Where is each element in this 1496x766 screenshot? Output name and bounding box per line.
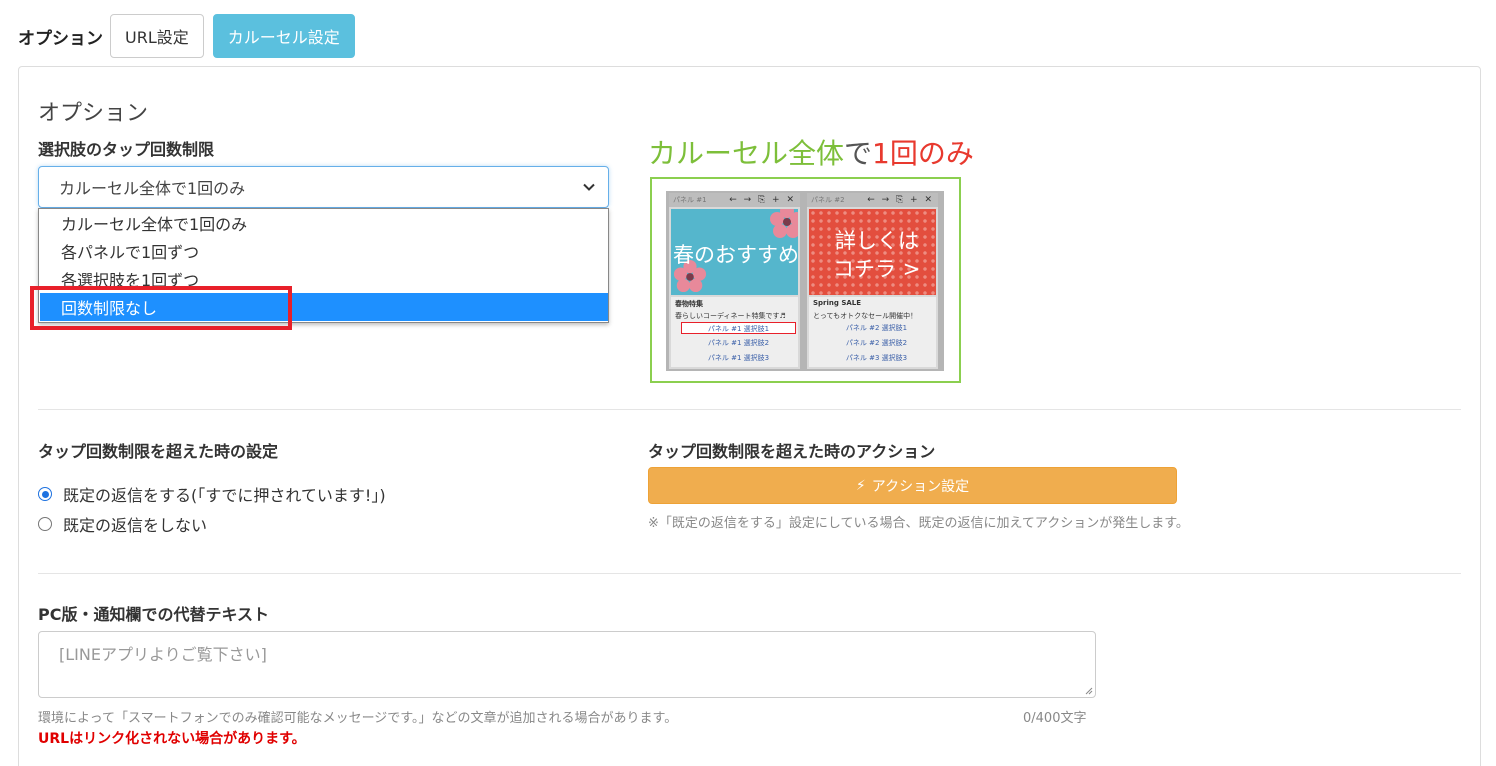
tap-limit-select-value: カルーセル全体で1回のみ xyxy=(59,179,246,198)
radio-no-reply-label: 既定の返信をしない xyxy=(63,516,208,535)
divider xyxy=(38,573,1461,574)
card-option: パネル #2 選択肢1 xyxy=(845,324,908,332)
url-settings-tab[interactable]: URL設定 xyxy=(110,14,204,58)
radio-button-checked[interactable] xyxy=(38,487,52,501)
card-image-text: 詳しくは xyxy=(835,229,919,253)
radio-default-reply-label: 既定の返信をする(「すでに押されています!」) xyxy=(63,486,386,505)
chevron-down-icon xyxy=(583,183,595,191)
bolt-icon: ⚡ xyxy=(855,477,866,494)
dropdown-option-per-panel[interactable]: 各パネルで1回ずつ xyxy=(40,237,608,265)
card-desc: 春らしいコーディネート特集です♬ xyxy=(675,312,786,320)
url-warning: URLはリンク化されない場合があります。 xyxy=(38,731,306,747)
carousel-settings-tab[interactable]: カルーセル設定 xyxy=(212,14,355,58)
card-desc: とってもオトクなセール開催中！ xyxy=(813,312,918,320)
card-info: Spring SALE とってもオトクなセール開催中！ パネル #2 選択肢1 … xyxy=(809,297,936,367)
dropdown-option-carousel-once[interactable]: カルーセル全体で1回のみ xyxy=(40,209,608,237)
tabs-label: オプション xyxy=(18,28,103,49)
section-title: オプション xyxy=(38,101,149,126)
card-header-label: パネル #1 xyxy=(673,196,707,204)
card-option: パネル #3 選択肢3 xyxy=(845,354,908,362)
card-image: 春のおすすめ xyxy=(671,209,798,295)
card-option: パネル #1 選択肢1 xyxy=(681,322,796,334)
tap-limit-label: 選択肢のタップ回数制限 xyxy=(38,140,215,159)
alt-text-help: 環境によって「スマートフォンでのみ確認可能なメッセージです。」などの文章が追加さ… xyxy=(38,711,678,726)
preview-card-2: パネル #2 ← → ⎘ + ✕ 詳しくは コチラ > Spring SALE … xyxy=(807,193,938,369)
card-image-text: 春のおすすめ xyxy=(673,243,798,267)
radio-default-reply[interactable]: 既定の返信をする(「すでに押されています!」) xyxy=(38,482,386,506)
card-option: パネル #2 選択肢2 xyxy=(845,339,908,347)
alt-text-textarea[interactable]: [LINEアプリよりご覧下さい] xyxy=(38,631,1096,698)
radio-no-reply[interactable]: 既定の返信をしない xyxy=(38,512,207,536)
alt-text-counter: 0/400文字 xyxy=(1023,711,1087,726)
preview-title-part2: で xyxy=(844,137,873,170)
card-image: 詳しくは コチラ > xyxy=(809,209,936,295)
alt-text-placeholder: [LINEアプリよりご覧下さい] xyxy=(59,645,267,664)
over-limit-setting-label: タップ回数制限を超えた時の設定 xyxy=(38,442,279,461)
card-option: パネル #1 選択肢3 xyxy=(707,354,770,362)
divider xyxy=(38,409,1461,410)
radio-button-unchecked[interactable] xyxy=(38,517,52,531)
card-title: Spring SALE xyxy=(813,299,862,307)
tap-limit-select[interactable]: カルーセル全体で1回のみ xyxy=(38,166,609,208)
card-tools-icons: ← → ⎘ + ✕ xyxy=(867,195,934,205)
card-header-label: パネル #2 xyxy=(811,196,845,204)
action-note: ※「既定の返信をする」設定にしている場合、既定の返信に加えてアクションが発生しま… xyxy=(648,516,1189,531)
over-limit-action-label: タップ回数制限を超えた時のアクション xyxy=(648,442,936,461)
action-settings-button[interactable]: ⚡ アクション設定 xyxy=(648,467,1177,504)
flower-icon xyxy=(770,209,798,238)
card-tools-icons: ← → ⎘ + ✕ xyxy=(729,195,796,205)
card-title: 春物特集 xyxy=(675,300,703,308)
card-image-text: コチラ > xyxy=(833,257,921,281)
alt-text-label: PC版・通知欄での代替テキスト xyxy=(38,605,269,624)
preview-card-1: パネル #1 ← → ⎘ + ✕ 春のおすすめ 春物特集 春らしいコーディネート… xyxy=(669,193,800,369)
annotation-highlight-box xyxy=(30,286,292,330)
action-settings-label: アクション設定 xyxy=(871,478,970,495)
card-info: 春物特集 春らしいコーディネート特集です♬ パネル #1 選択肢1 パネル #1… xyxy=(671,297,798,367)
preview-title-part1: カルーセル全体 xyxy=(648,137,845,170)
option-tabs: オプション URL設定 カルーセル設定 xyxy=(18,14,364,58)
resize-grip-icon[interactable] xyxy=(1083,685,1093,695)
card-option: パネル #1 選択肢2 xyxy=(707,339,770,347)
preview-title: カルーセル全体で1回のみ xyxy=(648,132,974,172)
preview-title-part3: 1回のみ xyxy=(872,137,974,170)
